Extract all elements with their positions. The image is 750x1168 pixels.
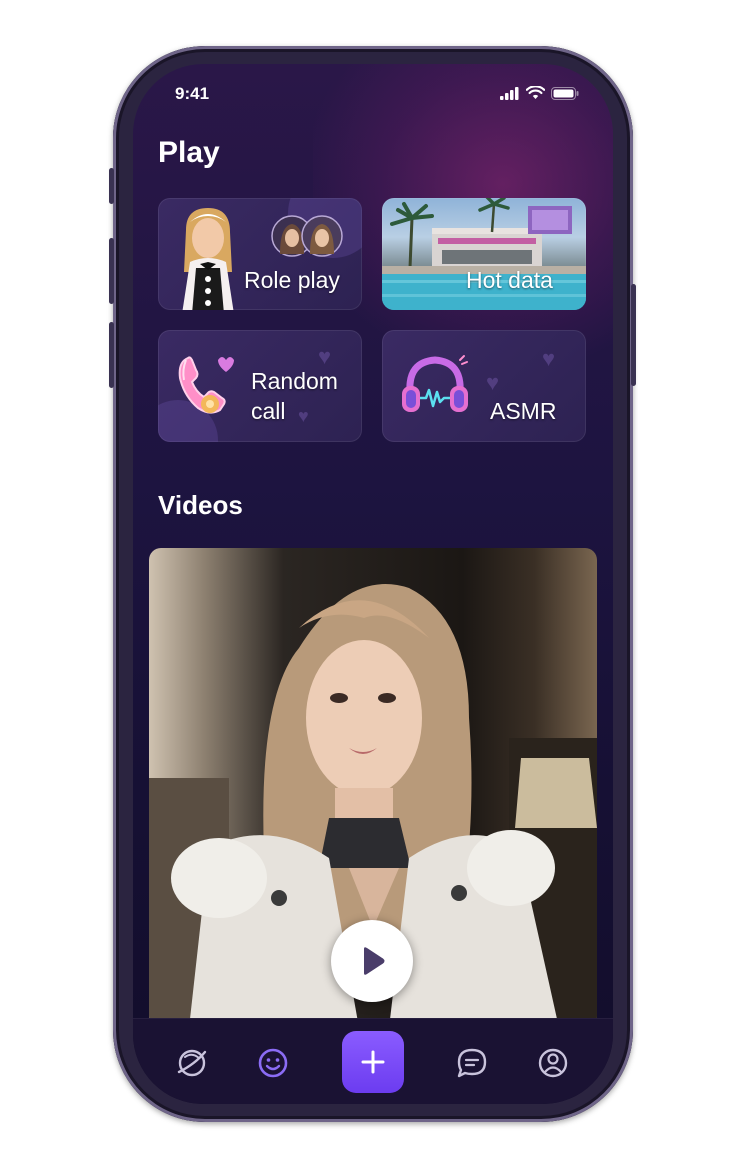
videos-section-title: Videos — [158, 490, 243, 520]
hot-data-label: Hot data — [466, 267, 553, 293]
video-card[interactable] — [149, 548, 597, 1028]
decor-heart: ♥ — [542, 346, 556, 371]
battery-icon — [551, 86, 579, 100]
random-call-card[interactable]: ♥ ♥ Random call — [158, 330, 362, 442]
tab-smile[interactable] — [253, 1043, 293, 1083]
bottom-tab-bar — [133, 1018, 613, 1104]
cellular-signal-icon — [500, 86, 519, 100]
phone-volume-down-button — [109, 322, 114, 388]
decor-heart: ♥ — [486, 370, 500, 395]
random-call-label-line2: call — [251, 398, 286, 424]
add-button[interactable] — [342, 1031, 404, 1093]
chat-icon — [457, 1048, 487, 1078]
maid-avatar-icon — [182, 208, 234, 310]
phone-volume-up-button — [109, 238, 114, 304]
phone-power-button — [631, 284, 636, 386]
decor-heart: ♥ — [298, 406, 309, 426]
asmr-label: ASMR — [490, 398, 557, 424]
play-video-button[interactable] — [331, 920, 413, 1002]
phone-action-button — [109, 168, 114, 204]
wifi-icon — [526, 86, 545, 99]
play-section-title: Play — [158, 136, 220, 169]
status-time: 9:41 — [175, 84, 210, 103]
explore-icon — [177, 1049, 207, 1077]
headphones-icon — [402, 355, 468, 412]
play-icon — [364, 947, 385, 975]
tab-profile[interactable] — [533, 1043, 573, 1083]
role-play-card[interactable]: Role play — [158, 198, 362, 310]
hot-data-card[interactable]: Hot data — [382, 198, 586, 310]
profile-icon — [538, 1048, 568, 1078]
phone-call-icon — [178, 356, 234, 414]
avatar-stack-icon — [271, 215, 343, 257]
status-icons — [500, 86, 579, 100]
tab-chat[interactable] — [452, 1043, 492, 1083]
tab-explore[interactable] — [172, 1043, 212, 1083]
add-icon — [361, 1050, 385, 1074]
smile-icon — [258, 1048, 288, 1078]
app-screen: 9:41 Play Role play Hot data ♥ ♥ Random … — [133, 64, 613, 1104]
role-play-label: Role play — [244, 267, 340, 293]
status-bar: 9:41 — [133, 64, 613, 124]
asmr-card[interactable]: ♥ ♥ ASMR — [382, 330, 586, 442]
random-call-label-line1: Random — [251, 368, 338, 394]
